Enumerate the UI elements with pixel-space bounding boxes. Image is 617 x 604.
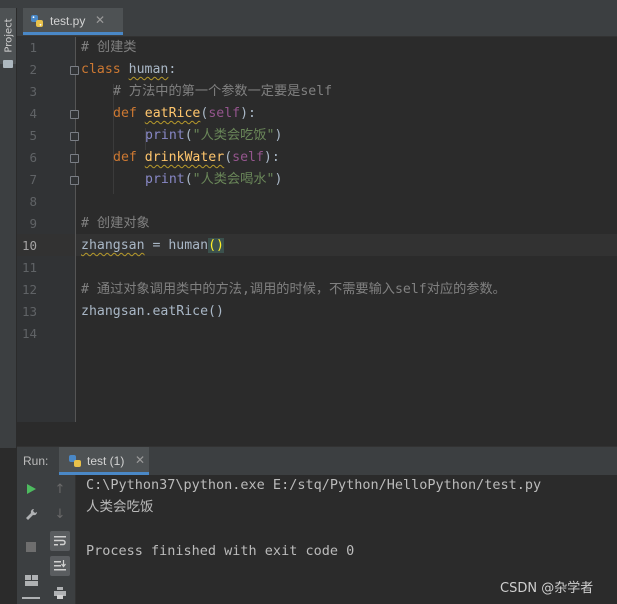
gutter-separator	[75, 37, 76, 422]
line-number: 12	[21, 282, 37, 297]
line-number: 6	[29, 150, 37, 165]
comment: # 创建对象	[81, 216, 150, 231]
wrap-glyph-icon	[54, 536, 66, 546]
up-arrow-icon[interactable]: ↑	[51, 480, 69, 498]
run-tab-label: test (1)	[87, 454, 125, 468]
play-icon	[27, 484, 36, 494]
punct: ):	[263, 150, 280, 165]
line-number: 8	[29, 194, 37, 209]
punct: )	[274, 128, 283, 143]
code-line-3: # 方法中的第一个参数一定要是self	[113, 81, 332, 103]
comment: # 创建类	[81, 40, 137, 55]
watermark: CSDN @杂学者	[500, 581, 594, 596]
punct: (	[184, 128, 193, 143]
layout-icon[interactable]	[22, 571, 40, 589]
code-line-5: print("人类会吃饭")	[145, 125, 282, 147]
down-arrow-icon[interactable]: ↓	[51, 505, 69, 523]
fold-marker-icon[interactable]	[70, 154, 79, 163]
run-label: Run:	[23, 454, 49, 468]
line-number: 1	[29, 40, 37, 55]
line-number-active: 10	[21, 238, 37, 253]
code-line-1: # 创建类	[81, 37, 136, 59]
line-number: 14	[21, 326, 37, 341]
fold-marker-icon[interactable]	[70, 66, 79, 75]
matched-parens: ()	[208, 238, 224, 253]
close-icon[interactable]: ✕	[135, 453, 145, 467]
code-line-12: # 通过对象调用类中的方法,调用的时候，不需要输入self对应的参数。	[81, 279, 506, 301]
python-file-icon	[31, 15, 43, 27]
wrench-glyph-icon	[25, 508, 37, 520]
line-number: 4	[29, 106, 37, 121]
keyword: class	[81, 62, 121, 77]
punct: :	[168, 62, 177, 77]
function-name: eatRice	[144, 106, 201, 121]
soft-wrap-icon[interactable]	[50, 531, 70, 551]
fold-end-marker-icon[interactable]	[70, 176, 79, 185]
assignment: = human	[144, 238, 209, 253]
project-tool-label: Project	[3, 18, 15, 53]
self-param: self	[232, 150, 264, 165]
code-line-2: class human:	[81, 59, 176, 81]
punct: ):	[240, 106, 256, 121]
title-bar-text: · · · · · ·	[70, 0, 108, 5]
layout-glyph-icon	[24, 574, 38, 586]
builtin: print	[145, 128, 185, 143]
editor-tab-bar: test.py ✕	[17, 8, 617, 37]
line-number: 5	[29, 128, 37, 143]
code-line-6: def drinkWater(self):	[113, 147, 280, 169]
tab-label: test.py	[50, 14, 86, 28]
variable: zhangsan	[81, 238, 145, 253]
console-exit-message: Process finished with exit code 0	[86, 543, 355, 559]
line-number: 2	[29, 62, 37, 77]
console-command: C:\Python37\python.exe E:/stq/Python/Hel…	[86, 477, 542, 493]
class-name: human	[128, 62, 169, 77]
code-line-13: zhangsan.eatRice()	[81, 301, 224, 323]
code-line-9: # 创建对象	[81, 213, 150, 235]
punct: (	[184, 172, 193, 187]
builtin: print	[145, 172, 185, 187]
printer-glyph-icon	[54, 587, 66, 599]
function-name: drinkWater	[144, 150, 225, 165]
code-line-4: def eatRice(self):	[113, 103, 256, 125]
keyword: def	[113, 106, 137, 121]
string: "人类会喝水"	[192, 172, 275, 187]
fold-marker-icon[interactable]	[70, 110, 79, 119]
comment: # 方法中的第一个参数一定要是self	[113, 84, 333, 99]
statement: zhangsan.eatRice()	[81, 304, 224, 319]
console-output: 人类会吃饭	[86, 499, 154, 515]
run-tab[interactable]: test (1) ✕	[59, 447, 149, 475]
self-param: self	[208, 106, 241, 121]
run-panel-header: Run: test (1) ✕	[17, 446, 617, 475]
folder-icon	[3, 60, 13, 68]
code-line-10: zhangsan = human()	[81, 235, 224, 257]
title-bar: · · · · · ·	[0, 0, 617, 8]
code-line-7: print("人类会喝水")	[145, 169, 282, 191]
line-number: 9	[29, 216, 37, 231]
tab-test-py[interactable]: test.py ✕	[23, 8, 123, 35]
more-icon[interactable]	[22, 597, 40, 599]
line-number: 7	[29, 172, 37, 187]
keyword: def	[113, 150, 137, 165]
comment: # 通过对象调用类中的方法,调用的时候，不需要输入self对应的参数。	[81, 282, 506, 297]
fold-end-marker-icon[interactable]	[70, 132, 79, 141]
line-number: 3	[29, 84, 37, 99]
scroll-to-end-icon[interactable]	[50, 556, 70, 576]
project-tool-tab[interactable]: Project	[0, 8, 16, 68]
punct: )	[274, 172, 283, 187]
punct: (	[224, 150, 233, 165]
stop-icon[interactable]	[22, 538, 40, 556]
close-icon[interactable]: ✕	[95, 13, 105, 27]
line-number: 11	[21, 260, 37, 275]
string: "人类会吃饭"	[192, 128, 275, 143]
print-icon[interactable]	[51, 584, 69, 602]
python-run-icon	[69, 455, 81, 467]
scroll-end-glyph-icon	[54, 560, 66, 571]
rerun-icon[interactable]	[22, 480, 40, 498]
left-tool-strip	[0, 8, 17, 448]
wrench-icon[interactable]	[22, 505, 40, 523]
line-number: 13	[21, 304, 37, 319]
stop-square-icon	[26, 542, 36, 552]
